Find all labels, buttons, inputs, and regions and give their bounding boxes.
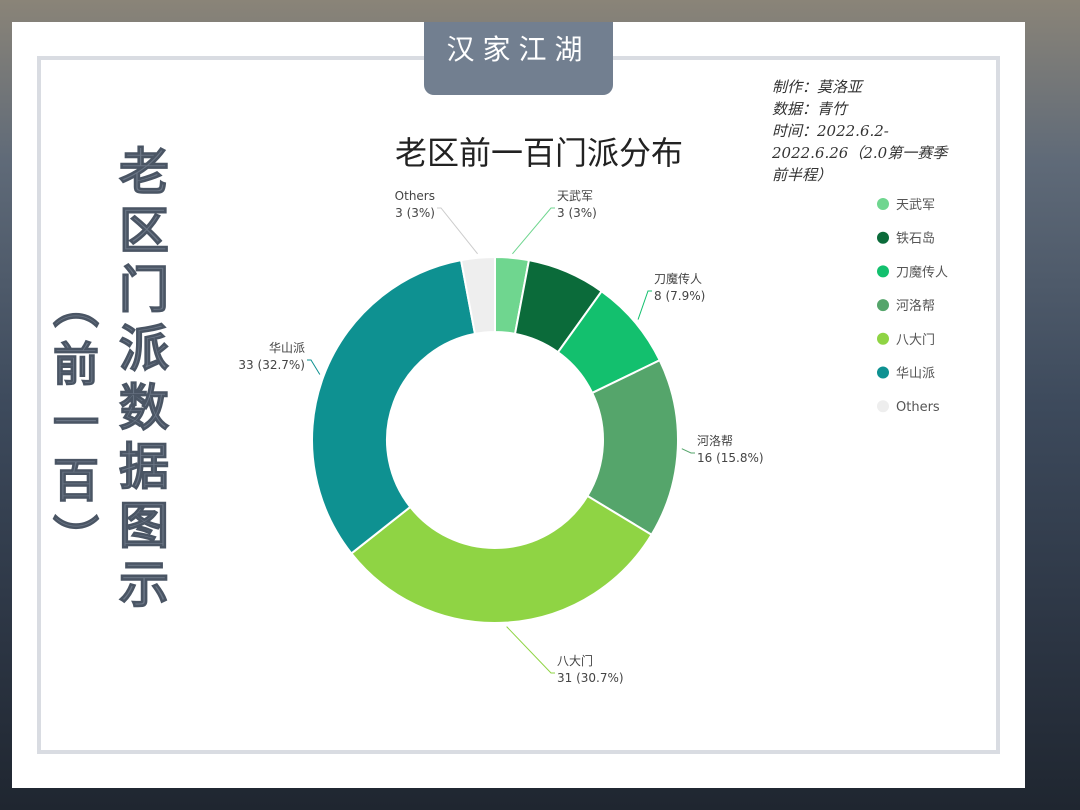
slice-label-value: 31 (30.7%): [557, 671, 624, 685]
donut-chart: 天武军 3 (3%) 刀魔传人 8 (7.9%) 河洛帮 16 (15.8%) 八大门 31 …: [238, 189, 948, 685]
slice-label-name: Others: [395, 189, 435, 203]
legend-item[interactable]: 铁石岛: [896, 231, 935, 247]
legend-item[interactable]: Others: [896, 400, 940, 415]
slice-label-name: 八大门: [557, 653, 593, 668]
leader-line: [437, 207, 478, 255]
slice-label-value: 16 (15.8%): [697, 451, 764, 465]
slice-label-name: 华山派: [269, 341, 305, 355]
slice-label-value: 3 (3%): [557, 206, 597, 220]
slice-label-name: 河洛帮: [697, 433, 733, 448]
leader-line: [681, 448, 695, 454]
slice-华山派[interactable]: [311, 259, 477, 555]
legend-swatch: [877, 299, 889, 312]
legend-swatch: [877, 265, 889, 278]
slice-label-name: 刀魔传人: [654, 271, 702, 286]
slice-label-name: 天武军: [557, 189, 593, 203]
legend-item[interactable]: 刀魔传人: [896, 265, 948, 280]
leader-line: [637, 290, 652, 320]
legend-item[interactable]: 八大门: [896, 333, 935, 348]
legend-swatch: [877, 231, 889, 244]
legend-item[interactable]: 天武军: [896, 198, 935, 213]
legend-swatch: [877, 198, 889, 210]
legend-swatch: [877, 400, 889, 413]
slice-label-value: 3 (3%): [395, 206, 435, 220]
legend-item[interactable]: 华山派: [896, 367, 935, 382]
slice-label-value: 33 (32.7%): [238, 358, 305, 372]
legend-item[interactable]: 河洛帮: [896, 299, 935, 314]
legend-swatch: [877, 366, 889, 379]
legend-swatch: [877, 332, 889, 345]
leader-line: [307, 359, 321, 375]
slice-label-value: 8 (7.9%): [654, 289, 705, 303]
leader-line: [512, 207, 555, 255]
leader-line: [506, 626, 555, 674]
